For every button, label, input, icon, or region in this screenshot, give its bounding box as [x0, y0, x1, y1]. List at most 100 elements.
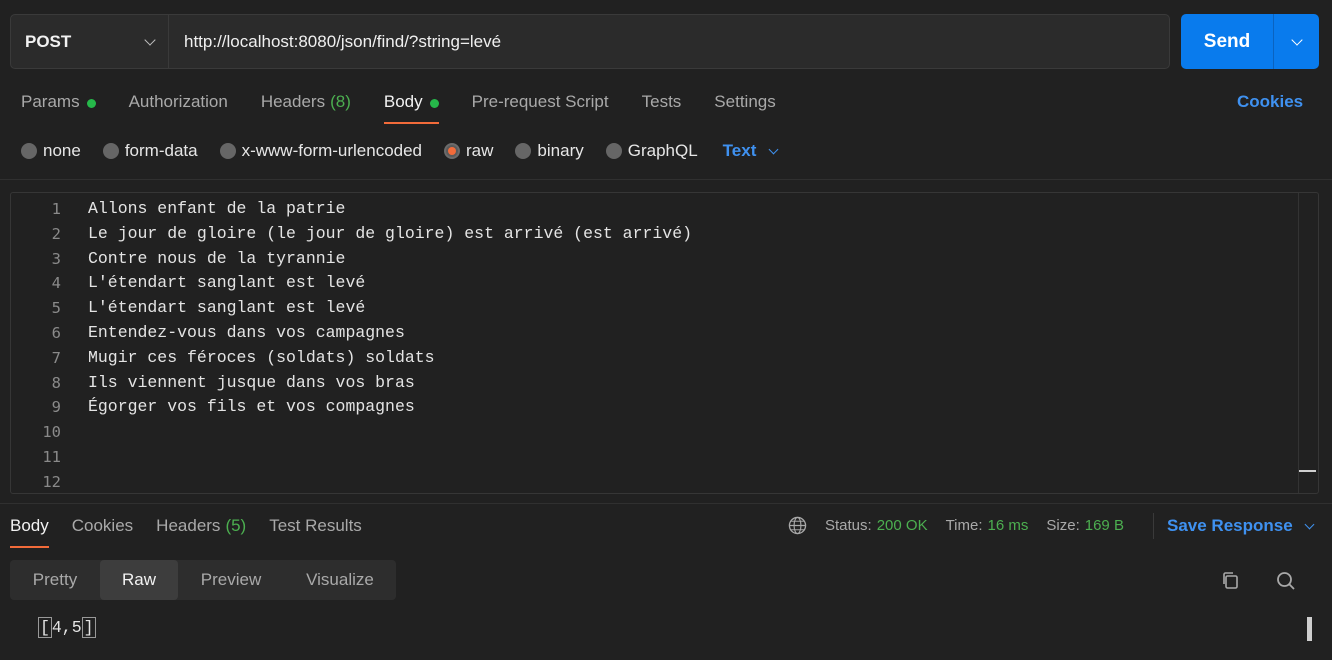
code-line: Égorger vos fils et vos compagnes: [88, 397, 415, 417]
raw-format-label: Text: [722, 141, 757, 160]
chevron-down-icon: [1290, 33, 1303, 46]
divider: [0, 503, 1332, 504]
scroll-position-marker: [1299, 470, 1316, 472]
tab-label: Settings: [714, 92, 776, 111]
radio-binary[interactable]: binary: [515, 141, 584, 161]
tab-label: Pre-request Script: [471, 92, 609, 111]
tab-label: Authorization: [128, 92, 228, 111]
tab-tests[interactable]: Tests: [642, 90, 682, 124]
tab-pre-request-script[interactable]: Pre-request Script: [472, 90, 609, 124]
body-editor[interactable]: 1 2 3 4 5 6 7 8 9 10 11 12 Allons enfant…: [10, 192, 1319, 494]
bracket-open: [: [38, 617, 52, 638]
radio-icon: [515, 143, 532, 159]
search-icon[interactable]: [1274, 569, 1298, 593]
view-visualize-button[interactable]: Visualize: [284, 560, 396, 600]
radio-icon: [21, 143, 37, 159]
send-button[interactable]: Send: [1181, 14, 1274, 69]
radio-label: binary: [537, 141, 584, 160]
tab-authorization[interactable]: Authorization: [129, 90, 228, 124]
response-meta: Status: 200 OK Time: 16 ms Size: 169 B: [788, 516, 1142, 535]
time-value[interactable]: 16 ms: [988, 517, 1029, 534]
response-body[interactable]: [4,5]: [38, 617, 96, 638]
method-select[interactable]: POST: [11, 15, 169, 68]
tab-label: Params: [21, 92, 80, 111]
view-pretty-button[interactable]: Pretty: [10, 560, 100, 600]
tab-label: Cookies: [71, 516, 134, 535]
editor-scrollbar[interactable]: [1298, 193, 1318, 493]
save-response-button[interactable]: Save Response: [1153, 513, 1315, 539]
line-number: 10: [42, 423, 61, 442]
radio-icon: [219, 143, 236, 159]
tab-body[interactable]: Body: [383, 90, 439, 124]
line-number: 9: [51, 398, 61, 417]
tab-params[interactable]: Params: [21, 90, 96, 124]
body-type-selector: none form-data x-www-form-urlencoded raw…: [21, 141, 779, 161]
tab-test-results[interactable]: Test Results: [269, 514, 362, 548]
raw-format-select[interactable]: Text: [722, 141, 779, 161]
tab-response-cookies[interactable]: Cookies: [72, 514, 133, 548]
radio-label: none: [43, 141, 81, 160]
indicator-dot-icon: [429, 99, 439, 108]
size-value[interactable]: 169 B: [1085, 517, 1124, 534]
tab-headers[interactable]: Headers (8): [261, 90, 351, 124]
status-value[interactable]: 200 OK: [877, 517, 928, 534]
view-preview-button[interactable]: Preview: [178, 560, 284, 600]
method-label: POST: [25, 31, 72, 51]
radio-graphql[interactable]: GraphQL: [605, 141, 698, 161]
cookies-link[interactable]: Cookies: [1237, 92, 1303, 112]
code-line: Le jour de gloire (le jour de gloire) es…: [88, 223, 692, 243]
line-number-gutter: 1 2 3 4 5 6 7 8 9 10 11 12: [11, 193, 71, 493]
code-line: Contre nous de la tyrannie: [88, 248, 346, 268]
radio-none[interactable]: none: [21, 141, 81, 161]
radio-raw[interactable]: raw: [444, 141, 493, 161]
radio-form-data[interactable]: form-data: [102, 141, 198, 161]
line-number: 3: [51, 249, 61, 268]
code-line: L'étendart sanglant est levé: [88, 298, 366, 318]
view-raw-button[interactable]: Raw: [100, 560, 178, 600]
tab-label: Tests: [641, 92, 682, 111]
code-lines: Allons enfant de la patrie Le jour de gl…: [88, 193, 692, 493]
save-response-label: Save Response: [1167, 516, 1293, 535]
response-content: 4,5: [51, 618, 82, 637]
line-number: 12: [42, 472, 61, 491]
tab-response-headers[interactable]: Headers (5): [156, 514, 246, 548]
url-input[interactable]: http://localhost:8080/json/find/?string=…: [169, 32, 501, 52]
request-bar: POST http://localhost:8080/json/find/?st…: [10, 14, 1170, 69]
tab-count: (8): [330, 92, 351, 111]
line-number: 5: [51, 299, 61, 318]
code-line: Ils viennent jusque dans vos bras: [88, 372, 415, 392]
send-options-button[interactable]: [1274, 14, 1319, 69]
line-number: 2: [51, 224, 61, 243]
tab-label: Headers: [156, 516, 221, 535]
radio-label: raw: [466, 141, 494, 160]
radio-label: x-www-form-urlencoded: [241, 141, 423, 160]
code-line: Entendez-vous dans vos campagnes: [88, 322, 405, 342]
radio-x-www-form-urlencoded[interactable]: x-www-form-urlencoded: [219, 141, 423, 161]
chevron-down-icon: [768, 144, 779, 154]
line-number: 7: [51, 348, 61, 367]
response-scrollbar[interactable]: [1307, 617, 1312, 641]
chevron-down-icon: [1304, 519, 1315, 529]
response-tabs: Body Cookies Headers (5) Test Results: [10, 514, 385, 548]
tab-label: Body: [383, 92, 423, 111]
bracket-close: ]: [81, 617, 96, 638]
time-label: Time:: [945, 517, 983, 534]
copy-icon[interactable]: [1219, 569, 1243, 593]
tab-response-body[interactable]: Body: [10, 514, 49, 548]
tab-label: Headers: [260, 92, 326, 111]
globe-icon[interactable]: [788, 516, 807, 535]
tab-count: (5): [225, 516, 247, 535]
tab-label: Body: [10, 516, 49, 535]
radio-icon: [102, 143, 119, 159]
send-button-group: Send: [1181, 14, 1319, 69]
tab-label: Test Results: [269, 516, 362, 535]
line-number: 6: [51, 323, 61, 342]
code-line: Mugir ces féroces (soldats) soldats: [88, 347, 435, 367]
divider: [0, 179, 1332, 180]
radio-icon: [605, 143, 622, 159]
tab-settings[interactable]: Settings: [714, 90, 775, 124]
indicator-dot-icon: [86, 99, 96, 108]
